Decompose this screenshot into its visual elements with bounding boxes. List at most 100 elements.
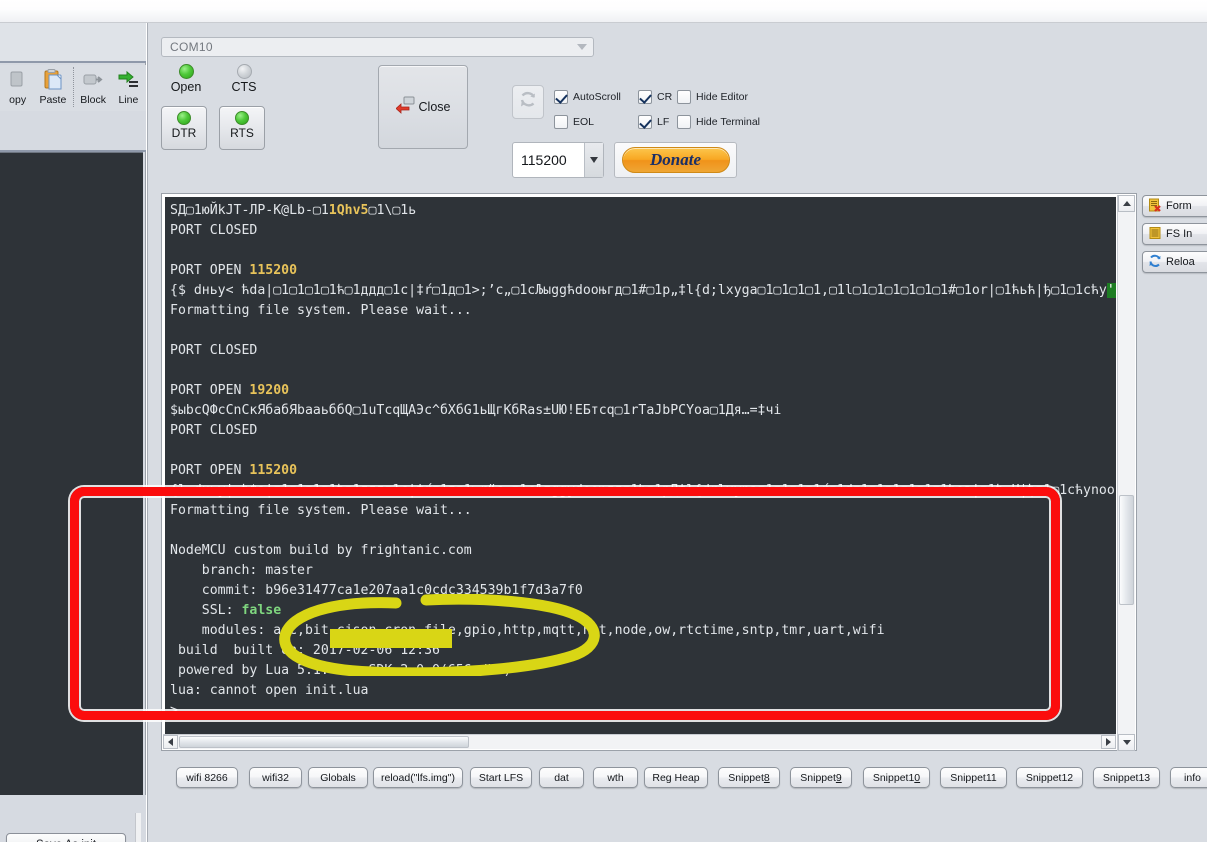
terminal-line: PORT CLOSED (170, 421, 1116, 441)
cr-checkbox-row[interactable]: CR (638, 90, 672, 104)
terminal-vertical-scrollbar[interactable] (1117, 195, 1135, 751)
led-rts-icon (235, 111, 249, 125)
terminal-text: > (170, 703, 186, 718)
scroll-down-button[interactable] (1118, 734, 1135, 751)
paste-button[interactable]: Paste (35, 67, 70, 106)
terminal-line: $ыbcQФcCnCкЯбабЯbaaьббQ▢1uTcqЩАЭc^бXбG1ь… (170, 401, 1116, 421)
snippet-button-13[interactable]: Snippet13 (1093, 767, 1160, 788)
snippet-toolbar: wifi 8266 wifi32 Globals reload("lfs.img") S… (161, 767, 1207, 799)
terminal-text: {l dньу| ћ$a|▢1▢1▢1▢1ћ▢1ддд▢1c|‡ŕ▢1д▢1>r… (170, 483, 1115, 498)
snippet-button-3[interactable]: reload("lfs.img") (373, 767, 463, 788)
hide-terminal-checkbox-row[interactable]: Hide Terminal (677, 115, 760, 129)
hide-terminal-label: Hide Terminal (696, 116, 760, 128)
scroll-right-button[interactable] (1101, 735, 1116, 749)
format-button[interactable]: Form (1142, 195, 1207, 217)
terminal-line: PORT CLOSED (170, 341, 1116, 361)
terminal-text: PORT CLOSED (170, 423, 258, 438)
block-button[interactable]: Block (76, 67, 111, 106)
snippet-button-12[interactable]: Snippet12 (1016, 767, 1083, 788)
snippet-button-14[interactable]: info (1170, 767, 1207, 788)
terminal-line: Formatting file system. Please wait... (170, 301, 1116, 321)
snippet-button-5[interactable]: dat (539, 767, 584, 788)
port-select-value: COM10 (170, 40, 213, 54)
line-button[interactable]: Line (111, 67, 146, 106)
accelerator-char: 8 (763, 771, 770, 784)
horizontal-scroll-thumb[interactable] (179, 736, 469, 748)
snippet-button-11[interactable]: Snippet11 (940, 767, 1007, 788)
reload-button[interactable]: Reloa (1142, 251, 1207, 273)
eol-checkbox-row[interactable]: EOL (554, 115, 594, 129)
hide-editor-checkbox-row[interactable]: Hide Editor (677, 90, 748, 104)
snippet-button-4[interactable]: Start LFS (470, 767, 532, 788)
snippet-button-1[interactable]: wifi32 (249, 767, 302, 788)
terminal-text: {$ dньу< ћda|▢1▢1▢1▢1ћ▢1ддд▢1c|‡ŕ▢1д▢1>;… (170, 283, 1107, 298)
triangle-left-icon (168, 738, 173, 746)
copy-button[interactable]: opy (0, 67, 35, 106)
snippet-button-8[interactable]: Snippet 8 (718, 767, 780, 788)
terminal-output[interactable]: SД▢1юЙkJT-ЛP-K@Lb-▢11Qhv5▢1\▢1ь PORT CLOS… (165, 197, 1116, 749)
eol-checkbox[interactable] (554, 115, 568, 129)
format-button-label: Form (1166, 200, 1192, 212)
snippet-button-6[interactable]: wth (593, 767, 638, 788)
snippet-button-0[interactable]: wifi 8266 (176, 767, 238, 788)
close-button-label: Close (418, 100, 451, 114)
terminal-text: $ыbcQФcCnCкЯбабЯbaaьббQ▢1uTcqЩАЭc^бXбG1ь… (170, 403, 782, 418)
copy-label: opy (9, 94, 27, 106)
window-top-strip (0, 0, 1207, 23)
terminal-text: 19200 (249, 383, 290, 398)
dtr-label: DTR (171, 126, 197, 140)
save-as-init-button[interactable]: Save As init (6, 833, 126, 842)
refresh-ports-button[interactable] (512, 85, 544, 119)
baudrate-dropdown-button[interactable] (584, 143, 603, 177)
left-editor-toolbar: opy Paste Block Line (0, 65, 146, 112)
cr-label: CR (657, 91, 673, 103)
status-cts-label: CTS (231, 80, 257, 94)
close-port-button[interactable]: Close (378, 65, 468, 149)
autoscroll-checkbox[interactable] (554, 90, 568, 104)
terminal-text: 115200 (249, 463, 298, 478)
left-code-editor[interactable] (0, 152, 143, 795)
lf-checkbox[interactable] (638, 115, 652, 129)
lf-checkbox-row[interactable]: LF (638, 115, 669, 129)
donate-button[interactable]: Donate (614, 142, 737, 178)
lf-label: LF (657, 116, 670, 128)
terminal-line: commit: b96e31477ca1e207aa1c0cdc334539b1… (170, 581, 1116, 601)
scroll-up-button[interactable] (1118, 195, 1135, 212)
snippet-button-2[interactable]: Globals (308, 767, 368, 788)
baudrate-select[interactable]: 115200 (512, 142, 604, 178)
dtr-toggle-button[interactable]: DTR (161, 106, 207, 150)
snippet-button-10[interactable]: Snippet1 0 (863, 767, 930, 788)
terminal-horizontal-scrollbar[interactable] (163, 734, 1116, 749)
terminal-text: 1Qhv5 (328, 203, 369, 218)
left-panel-scrollbar[interactable] (135, 813, 141, 842)
vertical-scroll-thumb[interactable] (1119, 495, 1134, 605)
terminal-line: build built on: 2017-02-06 12:36 (170, 641, 1116, 661)
accelerator-char: 9 (835, 771, 842, 784)
donate-pill: Donate (621, 147, 730, 173)
snippet-button-9[interactable]: Snippet 9 (790, 767, 852, 788)
accelerator-char: 0 (914, 771, 921, 784)
terminal-text: lua: cannot open init.lua (170, 683, 369, 698)
cr-checkbox[interactable] (638, 90, 652, 104)
terminal-panel: SД▢1юЙkJT-ЛP-K@Lb-▢11Qhv5▢1\▢1ь PORT CLOS… (161, 193, 1137, 751)
hide-terminal-checkbox[interactable] (677, 115, 691, 129)
snippet-button-7[interactable]: Reg Heap (644, 767, 708, 788)
port-select[interactable]: COM10 (161, 37, 594, 57)
terminal-line: PORT OPEN 19200 (170, 381, 1116, 401)
terminal-text: 115200 (249, 263, 298, 278)
triangle-up-icon (1122, 201, 1131, 206)
left-editor-panel: opy Paste Block Line (0, 23, 146, 842)
fs-info-button[interactable]: FS In (1142, 223, 1207, 245)
terminal-text: PORT OPEN (170, 383, 250, 398)
reload-button-label: Reloa (1166, 256, 1195, 268)
hide-editor-checkbox[interactable] (677, 90, 691, 104)
rts-toggle-button[interactable]: RTS (219, 106, 265, 150)
autoscroll-checkbox-row[interactable]: AutoScroll (554, 90, 621, 104)
scroll-left-button[interactable] (163, 735, 178, 749)
terminal-text: powered by Lua 5.1.4 on SDK 2.0.0(656edb… (170, 663, 512, 678)
terminal-text: build built on: 2017-02-06 12:36 (170, 643, 440, 658)
block-icon (76, 67, 111, 93)
